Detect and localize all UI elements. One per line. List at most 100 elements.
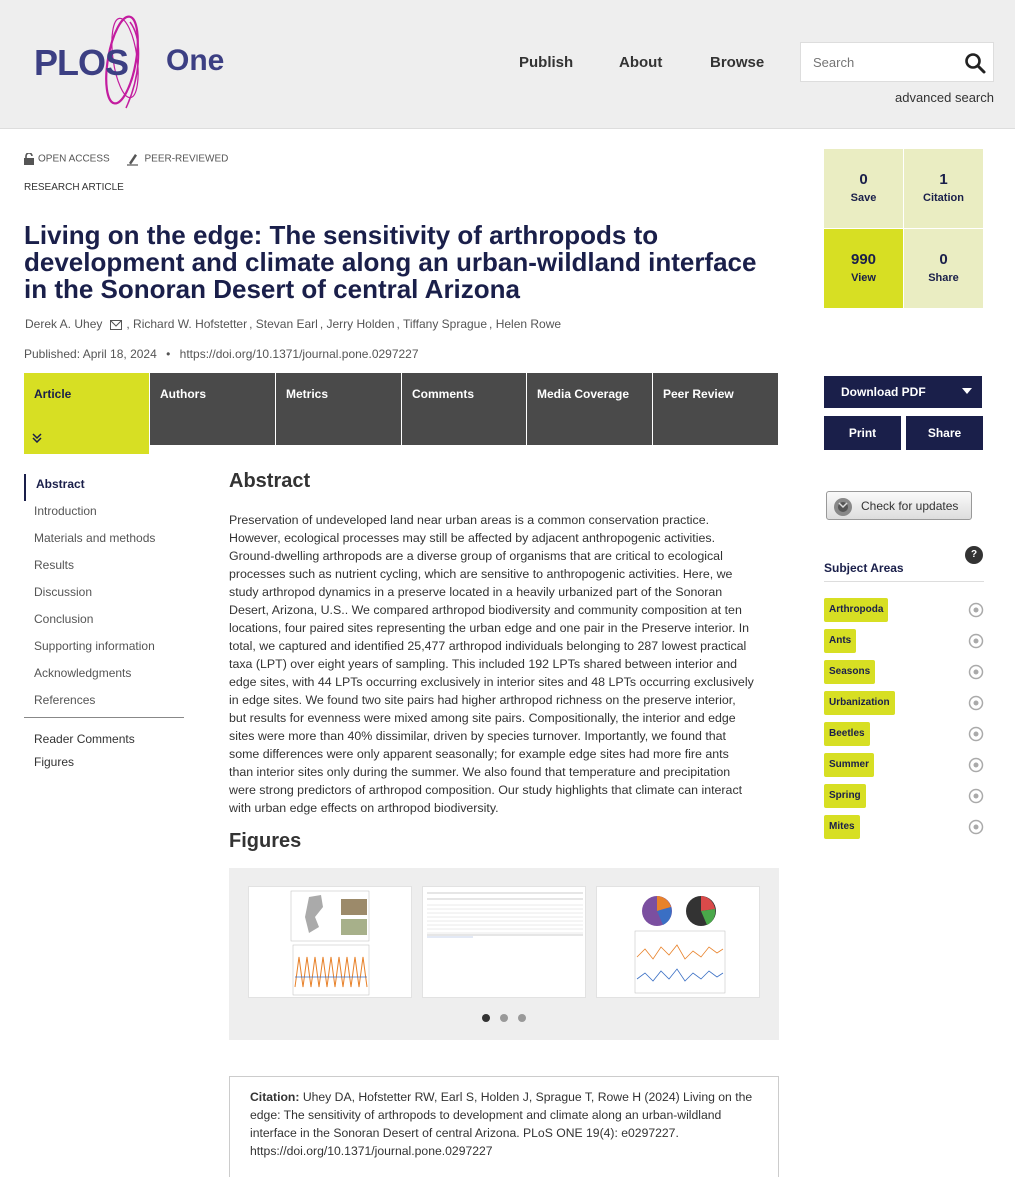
plos-one-logo[interactable]: PLOS One bbox=[30, 12, 230, 112]
tab-peer-review[interactable]: Peer Review bbox=[653, 373, 778, 445]
figure-map-chart-image bbox=[290, 890, 370, 996]
tab-comments[interactable]: Comments bbox=[402, 373, 526, 445]
metric-value: 990 bbox=[850, 251, 877, 268]
metric-value: 1 bbox=[939, 171, 948, 188]
flag-subject-icon[interactable] bbox=[968, 757, 984, 773]
metric-citation[interactable]: 1 Citation bbox=[904, 149, 983, 228]
toc-discussion[interactable]: Discussion bbox=[24, 582, 184, 609]
abstract-line: in edge sites. We found two site pairs h… bbox=[229, 693, 736, 707]
check-for-updates-label: Check for updates bbox=[861, 499, 959, 513]
tab-label: Article bbox=[34, 387, 72, 401]
abstract-line: Desert, Arizona, U.S.. We compared arthr… bbox=[229, 603, 742, 617]
author-name[interactable]: Jerry Holden bbox=[326, 317, 394, 331]
flag-subject-icon[interactable] bbox=[968, 695, 984, 711]
email-icon[interactable] bbox=[110, 319, 123, 330]
article-title: Living on the edge: The sensitivity of a… bbox=[24, 220, 757, 304]
crossmark-icon bbox=[834, 498, 852, 516]
subject-tag[interactable]: Seasons bbox=[824, 660, 876, 684]
toc-conclusion[interactable]: Conclusion bbox=[24, 609, 184, 636]
subject-tag[interactable]: Summer bbox=[824, 753, 875, 777]
toc-references[interactable]: References bbox=[24, 690, 184, 717]
author-name[interactable]: Richard W. Hofstetter bbox=[133, 317, 247, 331]
author-name[interactable]: Derek A. Uhey bbox=[25, 317, 102, 331]
abstract-line: than interior sites only during the summ… bbox=[229, 765, 731, 779]
figure-carousel bbox=[229, 868, 779, 1040]
figure-thumbnail[interactable] bbox=[248, 886, 412, 998]
subject-tag[interactable]: Urbanization bbox=[824, 691, 895, 715]
caret-down-icon bbox=[962, 388, 972, 394]
abstract-line: locations, four paired sites representin… bbox=[229, 621, 750, 635]
flag-subject-icon[interactable] bbox=[968, 633, 984, 649]
check-for-updates-button[interactable]: Check for updates bbox=[826, 491, 972, 520]
author-name[interactable]: Tiffany Sprague bbox=[403, 317, 487, 331]
search-input[interactable] bbox=[801, 43, 961, 81]
abstract-line: with urban edge effects on arthropod bio… bbox=[229, 801, 499, 815]
abstract-text: Preservation of undeveloped land near ur… bbox=[229, 511, 779, 817]
nav-about[interactable]: About bbox=[619, 54, 662, 71]
toc-results[interactable]: Results bbox=[24, 555, 184, 582]
article-metrics: 0 Save 1 Citation 990 View 0 Share bbox=[824, 149, 983, 308]
metric-save[interactable]: 0 Save bbox=[824, 149, 903, 228]
subject-tag[interactable]: Spring bbox=[824, 784, 866, 808]
flag-subject-icon[interactable] bbox=[968, 602, 984, 618]
toc-materials-methods[interactable]: Materials and methods bbox=[24, 528, 184, 555]
flag-subject-icon[interactable] bbox=[968, 726, 984, 742]
toc-figures[interactable]: Figures bbox=[24, 755, 184, 778]
subject-tag[interactable]: Mites bbox=[824, 815, 860, 839]
subject-tag[interactable]: Arthropoda bbox=[824, 598, 889, 622]
abstract-line: edge sites, with 44 LPTs occurring exclu… bbox=[229, 675, 754, 689]
flag-subject-icon[interactable] bbox=[968, 788, 984, 804]
nav-publish[interactable]: Publish bbox=[519, 54, 573, 71]
toc-acknowledgments[interactable]: Acknowledgments bbox=[24, 663, 184, 690]
peer-review-pen-icon bbox=[127, 154, 139, 166]
author-name[interactable]: Helen Rowe bbox=[496, 317, 561, 331]
metric-value: 0 bbox=[859, 171, 868, 188]
abstract-line: Ground-dwelling arthropods are a diverse… bbox=[229, 549, 723, 563]
tab-media-coverage[interactable]: Media Coverage bbox=[527, 373, 652, 445]
published-label: Published: bbox=[24, 347, 81, 361]
open-access-badge: OPEN ACCESS bbox=[24, 152, 110, 165]
abstract-line: Preservation of undeveloped land near ur… bbox=[229, 513, 710, 527]
citation-box: Citation: Uhey DA, Hofstetter RW, Earl S… bbox=[229, 1076, 779, 1177]
site-header: PLOS One Publish About Browse advanced s… bbox=[0, 0, 1015, 129]
article-tabs: Article Authors Metrics Comments Media C… bbox=[24, 373, 778, 454]
abstract-heading: Abstract bbox=[229, 470, 311, 492]
author-name[interactable]: Stevan Earl bbox=[256, 317, 318, 331]
metric-label: Citation bbox=[923, 192, 964, 204]
share-button[interactable]: Share bbox=[906, 416, 983, 450]
flag-subject-icon[interactable] bbox=[968, 819, 984, 835]
carousel-dot[interactable] bbox=[518, 1014, 526, 1022]
toc-abstract[interactable]: Abstract bbox=[24, 474, 184, 501]
nav-browse[interactable]: Browse bbox=[710, 54, 764, 71]
advanced-search-link[interactable]: advanced search bbox=[895, 90, 994, 105]
toc-supporting-information[interactable]: Supporting information bbox=[24, 636, 184, 663]
print-button[interactable]: Print bbox=[824, 416, 901, 450]
carousel-pagination bbox=[477, 1009, 531, 1027]
subject-areas-heading: Subject Areas bbox=[824, 561, 984, 582]
toc-divider bbox=[24, 717, 184, 718]
metric-share[interactable]: 0 Share bbox=[904, 229, 983, 308]
citation-label: Citation: bbox=[250, 1090, 300, 1104]
figure-thumbnail[interactable] bbox=[422, 886, 586, 998]
doi-link[interactable]: https://doi.org/10.1371/journal.pone.029… bbox=[180, 347, 419, 361]
flag-subject-icon[interactable] bbox=[968, 664, 984, 680]
tab-metrics[interactable]: Metrics bbox=[276, 373, 401, 445]
download-pdf-button[interactable]: Download PDF bbox=[824, 376, 982, 408]
figures-heading: Figures bbox=[229, 830, 302, 852]
toc-reader-comments[interactable]: Reader Comments bbox=[24, 732, 184, 755]
figure-table-image bbox=[427, 892, 583, 938]
abstract-line: taxa (LPT) over eight years of sampling.… bbox=[229, 657, 738, 671]
open-lock-icon bbox=[24, 152, 34, 165]
carousel-dot[interactable] bbox=[500, 1014, 508, 1022]
metric-view[interactable]: 990 View bbox=[824, 229, 903, 308]
tab-authors[interactable]: Authors bbox=[150, 373, 275, 445]
figure-thumbnail[interactable] bbox=[596, 886, 760, 998]
subject-tag[interactable]: Ants bbox=[824, 629, 857, 653]
toc-introduction[interactable]: Introduction bbox=[24, 501, 184, 528]
search-icon[interactable] bbox=[963, 51, 987, 75]
carousel-dot[interactable] bbox=[482, 1014, 490, 1022]
subject-tag[interactable]: Beetles bbox=[824, 722, 870, 746]
search-box bbox=[800, 42, 994, 82]
tab-label: Authors bbox=[160, 387, 206, 401]
tab-article[interactable]: Article bbox=[24, 373, 149, 454]
